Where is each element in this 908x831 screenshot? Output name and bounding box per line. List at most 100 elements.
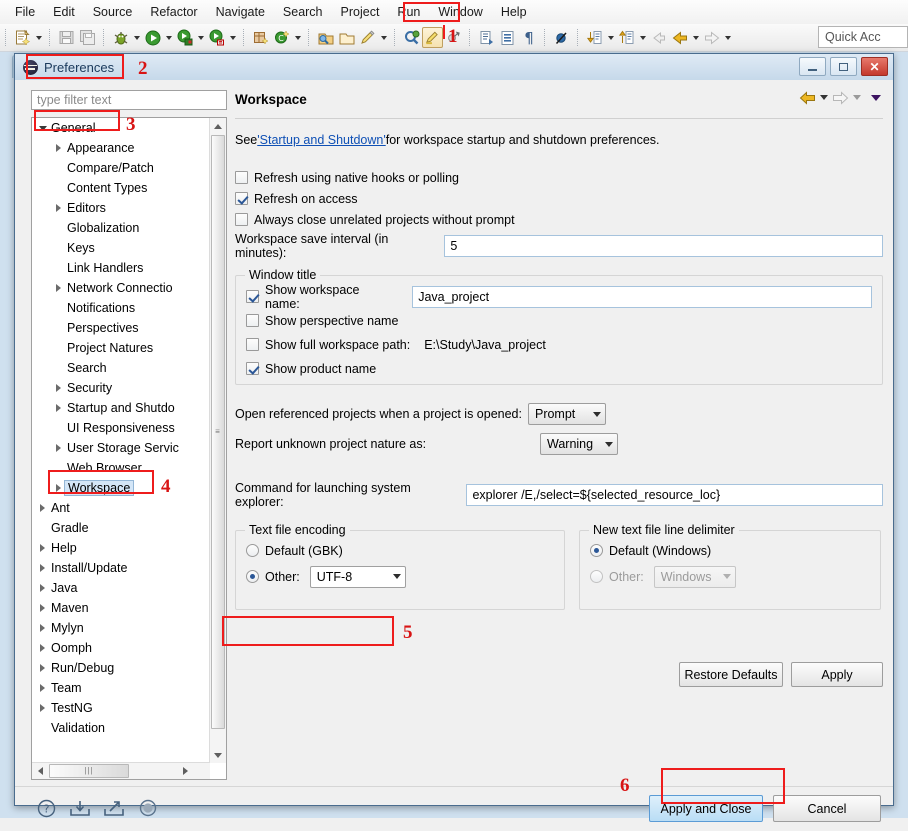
tree-item-run-debug[interactable]: Run/Debug bbox=[32, 658, 210, 678]
highlight-marker-icon[interactable] bbox=[422, 27, 443, 48]
tree-item-install-update[interactable]: Install/Update bbox=[32, 558, 210, 578]
chevron-right-icon[interactable] bbox=[36, 644, 49, 652]
quick-access-field[interactable]: Quick Acc bbox=[818, 26, 908, 48]
tree-item-editors[interactable]: Editors bbox=[32, 198, 210, 218]
forward-history-dropdown-icon[interactable] bbox=[722, 28, 733, 48]
skip-breakpoints-icon[interactable] bbox=[551, 27, 572, 48]
apply-button[interactable]: Apply bbox=[791, 662, 883, 687]
chevron-right-icon[interactable] bbox=[52, 444, 65, 452]
run-icon[interactable] bbox=[142, 27, 163, 48]
menu-run[interactable]: Run bbox=[388, 2, 429, 22]
open-referenced-select[interactable]: Prompt bbox=[527, 403, 606, 425]
tree-item-workspace[interactable]: Workspace bbox=[32, 478, 210, 498]
chevron-right-icon[interactable] bbox=[36, 584, 49, 592]
debug-dropdown-icon[interactable] bbox=[131, 28, 142, 48]
menu-refactor[interactable]: Refactor bbox=[141, 2, 206, 22]
chevron-right-icon[interactable] bbox=[36, 564, 49, 572]
save-all-icon[interactable] bbox=[77, 27, 98, 48]
page-menu-icon[interactable] bbox=[871, 94, 881, 101]
chevron-right-icon[interactable] bbox=[36, 504, 49, 512]
tree-item-globalization[interactable]: Globalization bbox=[32, 218, 210, 238]
tree-item-ant[interactable]: Ant bbox=[32, 498, 210, 518]
tree-item-web-browser[interactable]: Web Browser bbox=[32, 458, 210, 478]
chevron-right-icon[interactable] bbox=[52, 204, 65, 212]
menu-navigate[interactable]: Navigate bbox=[207, 2, 274, 22]
help-icon[interactable]: ? bbox=[33, 795, 59, 821]
tree-item-notifications[interactable]: Notifications bbox=[32, 298, 210, 318]
chevron-right-icon[interactable] bbox=[36, 624, 49, 632]
tree-item-oomph[interactable]: Oomph bbox=[32, 638, 210, 658]
new-java-class-dropdown-icon[interactable] bbox=[292, 28, 303, 48]
scrollbar-thumb[interactable]: ≡ bbox=[211, 135, 225, 729]
close-button[interactable]: ✕ bbox=[861, 57, 888, 76]
menu-file[interactable]: File bbox=[6, 2, 44, 22]
chevron-right-icon[interactable] bbox=[36, 544, 49, 552]
next-member-icon[interactable] bbox=[584, 27, 605, 48]
scroll-down-button[interactable] bbox=[210, 747, 226, 763]
show-full-workspace-path-checkbox[interactable]: Show full workspace path: E:\Study\Java_… bbox=[246, 334, 872, 355]
menu-window[interactable]: Window bbox=[429, 2, 491, 22]
tree-item-java[interactable]: Java bbox=[32, 578, 210, 598]
tree-item-search[interactable]: Search bbox=[32, 358, 210, 378]
chevron-right-icon[interactable] bbox=[36, 704, 49, 712]
back-history-dropdown-icon[interactable] bbox=[690, 28, 701, 48]
tree-item-project-natures[interactable]: Project Natures bbox=[32, 338, 210, 358]
next-member-dropdown-icon[interactable] bbox=[605, 28, 616, 48]
tree-item-ui-responsiveness[interactable]: UI Responsiveness bbox=[32, 418, 210, 438]
menu-search[interactable]: Search bbox=[274, 2, 332, 22]
previous-member-dropdown-icon[interactable] bbox=[637, 28, 648, 48]
tree-item-perspectives[interactable]: Perspectives bbox=[32, 318, 210, 338]
tree-item-link-handlers[interactable]: Link Handlers bbox=[32, 258, 210, 278]
chevron-right-icon[interactable] bbox=[52, 384, 65, 392]
new-wizard-icon[interactable] bbox=[12, 27, 33, 48]
delimiter-select[interactable]: Windows bbox=[653, 565, 736, 588]
edit-pencil-dropdown-icon[interactable] bbox=[378, 28, 389, 48]
forward-history-icon[interactable] bbox=[701, 27, 722, 48]
chevron-right-icon[interactable] bbox=[52, 404, 65, 412]
tree-item-user-storage-servic[interactable]: User Storage Servic bbox=[32, 438, 210, 458]
tree-horizontal-scrollbar[interactable]: ||| bbox=[32, 762, 210, 779]
toggle-block-selection-icon[interactable] bbox=[497, 27, 518, 48]
delimiter-other-radio[interactable]: Other: Windows bbox=[590, 565, 870, 588]
chevron-right-icon[interactable] bbox=[36, 664, 49, 672]
encoding-default-radio[interactable]: Default (GBK) bbox=[246, 540, 554, 561]
tree-item-network-connectio[interactable]: Network Connectio bbox=[32, 278, 210, 298]
open-resource-icon[interactable] bbox=[336, 27, 357, 48]
chevron-down-icon[interactable] bbox=[36, 125, 49, 131]
back-history-icon[interactable] bbox=[669, 27, 690, 48]
workspace-name-input[interactable]: Java_project bbox=[412, 285, 872, 308]
new-java-package-icon[interactable] bbox=[250, 27, 271, 48]
scroll-left-button[interactable] bbox=[32, 763, 48, 779]
back-dropdown-icon[interactable] bbox=[820, 95, 828, 100]
tree-item-mylyn[interactable]: Mylyn bbox=[32, 618, 210, 638]
minimize-button[interactable] bbox=[799, 57, 826, 76]
save-interval-input[interactable]: 5 bbox=[444, 235, 883, 257]
forward-arrow-icon[interactable] bbox=[832, 90, 849, 105]
menu-edit[interactable]: Edit bbox=[44, 2, 84, 22]
tree-item-testng[interactable]: TestNG bbox=[32, 698, 210, 718]
chevron-right-icon[interactable] bbox=[52, 284, 65, 292]
new-wizard-dropdown-icon[interactable] bbox=[33, 28, 44, 48]
debug-icon[interactable] bbox=[110, 27, 131, 48]
tree-item-startup-and-shutdo[interactable]: Startup and Shutdo bbox=[32, 398, 210, 418]
encoding-select[interactable]: UTF-8 bbox=[309, 565, 406, 588]
delimiter-default-radio[interactable]: Default (Windows) bbox=[590, 540, 870, 561]
report-nature-select[interactable]: Warning bbox=[540, 433, 618, 455]
tree-item-security[interactable]: Security bbox=[32, 378, 210, 398]
chevron-right-icon[interactable] bbox=[52, 144, 65, 152]
back-history-disabled-icon[interactable] bbox=[648, 27, 669, 48]
scroll-up-button[interactable] bbox=[210, 118, 226, 134]
tree-item-gradle[interactable]: Gradle bbox=[32, 518, 210, 538]
tree-item-keys[interactable]: Keys bbox=[32, 238, 210, 258]
tree-item-content-types[interactable]: Content Types bbox=[32, 178, 210, 198]
forward-dropdown-icon[interactable] bbox=[853, 95, 861, 100]
tree-item-maven[interactable]: Maven bbox=[32, 598, 210, 618]
show-perspective-name-checkbox[interactable]: Show perspective name bbox=[246, 310, 872, 331]
save-icon[interactable] bbox=[56, 27, 77, 48]
close-unrelated-projects-checkbox[interactable]: Always close unrelated projects without … bbox=[235, 209, 883, 230]
tree-item-appearance[interactable]: Appearance bbox=[32, 138, 210, 158]
edit-pencil-icon[interactable] bbox=[357, 27, 378, 48]
next-annotation-icon[interactable] bbox=[476, 27, 497, 48]
menu-source[interactable]: Source bbox=[84, 2, 142, 22]
restore-defaults-button[interactable]: Restore Defaults bbox=[679, 662, 783, 687]
